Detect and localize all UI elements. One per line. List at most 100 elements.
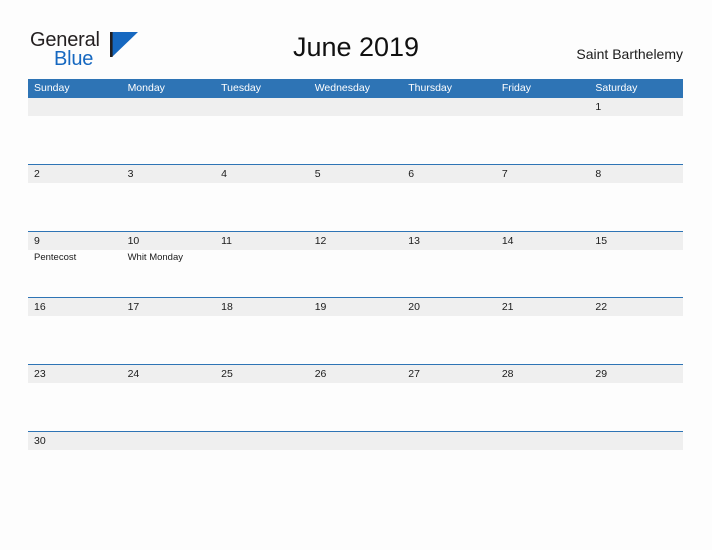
day-number[interactable]: 22 [589,298,683,316]
day-event-band [28,183,683,231]
weekday-header-monday: Monday [127,82,165,94]
day-event [122,316,216,364]
calendar-week-row: 1 [28,97,683,164]
day-number-band: 2 3 4 5 6 7 8 [28,164,683,183]
day-event [122,383,216,431]
day-number[interactable]: 9 [28,232,122,250]
day-number[interactable] [215,98,309,116]
day-number[interactable]: 10 [122,232,216,250]
day-event [589,250,683,298]
day-event [589,316,683,364]
day-number[interactable]: 4 [215,165,309,183]
day-event [122,116,216,164]
day-event [402,116,496,164]
day-event [309,316,403,364]
day-number[interactable]: 16 [28,298,122,316]
day-number[interactable]: 17 [122,298,216,316]
day-event [215,183,309,231]
day-event: Whit Monday [127,251,183,263]
day-event [496,316,590,364]
day-number-band: 23 24 25 26 27 28 29 [28,365,683,384]
day-event [402,250,496,298]
day-number[interactable]: 11 [215,232,309,250]
day-number-band: 1 [28,98,683,116]
day-number[interactable]: 24 [122,365,216,383]
day-number-band: 9 10 11 12 13 14 15 [28,231,683,250]
day-event [215,116,309,164]
day-event [496,116,590,164]
weekday-header-friday: Friday [501,82,531,94]
day-event [496,183,590,231]
day-number[interactable]: 15 [589,232,683,250]
day-event-band [28,116,683,164]
day-event [28,183,122,231]
day-number-band: 16 17 18 19 20 21 22 [28,298,683,317]
day-number[interactable]: 28 [496,365,590,383]
day-number[interactable]: 20 [402,298,496,316]
weekday-header-saturday: Saturday [595,82,638,94]
day-event-band [28,316,683,364]
day-number[interactable]: 12 [309,232,403,250]
day-number[interactable] [496,432,590,450]
day-number[interactable]: 3 [122,165,216,183]
weekday-header-sunday: Sunday [34,82,70,94]
day-number[interactable] [402,98,496,116]
day-number[interactable]: 13 [402,232,496,250]
day-event [215,383,309,431]
calendar-week-row: 30 [28,430,683,450]
day-event [215,316,309,364]
calendar-week-row: 9 10 11 12 13 14 15 Pentecost Whit Monda… [28,230,683,298]
day-number[interactable]: 29 [589,365,683,383]
day-event [28,316,122,364]
calendar-week-row: 16 17 18 19 20 21 22 [28,297,683,364]
day-event [402,183,496,231]
day-event [215,250,309,298]
day-event [122,183,216,231]
day-number[interactable] [122,432,216,450]
day-number-band: 30 [28,431,683,450]
day-event-band: Pentecost Whit Monday [28,250,683,298]
day-event [496,383,590,431]
day-event: Pentecost [34,251,77,263]
day-number[interactable]: 5 [309,165,403,183]
day-number[interactable]: 25 [215,365,309,383]
day-event [309,383,403,431]
day-number[interactable] [28,98,122,116]
day-number[interactable]: 7 [496,165,590,183]
day-event [402,383,496,431]
day-event [589,116,683,164]
day-number[interactable]: 8 [589,165,683,183]
day-number[interactable] [309,98,403,116]
day-number[interactable] [496,98,590,116]
day-event [402,316,496,364]
day-number[interactable]: 6 [402,165,496,183]
weekday-header-row: Sunday Monday Tuesday Wednesday Thursday… [28,79,683,97]
day-number[interactable] [215,432,309,450]
day-event [309,250,403,298]
day-event [309,183,403,231]
weekday-header-tuesday: Tuesday [221,82,262,94]
day-number[interactable] [309,432,403,450]
day-number[interactable]: 21 [496,298,590,316]
calendar-grid: Sunday Monday Tuesday Wednesday Thursday… [28,79,683,450]
weekday-header-thursday: Thursday [408,82,453,94]
day-number[interactable] [122,98,216,116]
day-number[interactable] [589,432,683,450]
day-number[interactable]: 2 [28,165,122,183]
page-header: General Blue June 2019 Saint Barthelemy [0,0,712,76]
day-event [589,383,683,431]
day-event [589,183,683,231]
day-number[interactable]: 18 [215,298,309,316]
day-number[interactable]: 1 [589,98,683,116]
day-number[interactable]: 14 [496,232,590,250]
calendar-week-row: 2 3 4 5 6 7 8 [28,163,683,231]
day-number[interactable]: 23 [28,365,122,383]
day-event-band [28,383,683,431]
day-number[interactable]: 27 [402,365,496,383]
day-event [28,383,122,431]
day-event [28,116,122,164]
day-number[interactable]: 30 [28,432,122,450]
day-number[interactable] [402,432,496,450]
day-number[interactable]: 26 [309,365,403,383]
day-number[interactable]: 19 [309,298,403,316]
